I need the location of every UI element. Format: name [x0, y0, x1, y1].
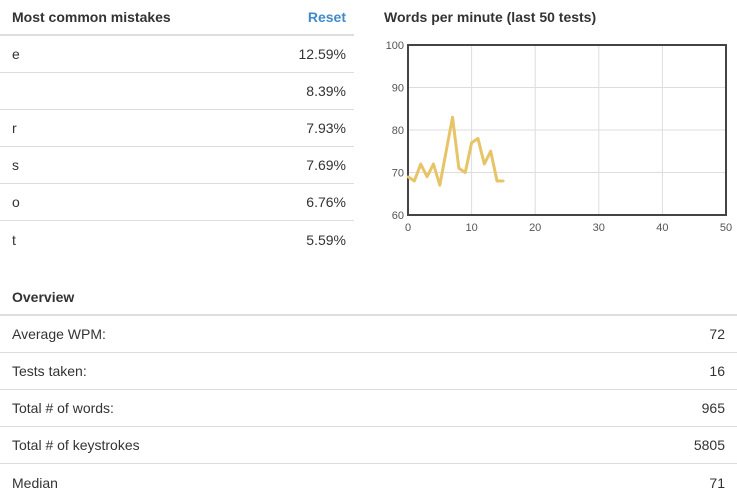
mistake-row: o 6.76% [0, 184, 354, 221]
overview-row: Tests taken: 16 [0, 353, 737, 390]
wpm-data-point [476, 137, 480, 140]
wpm-data-point [432, 162, 435, 166]
overview-title: Overview [12, 289, 75, 305]
mistake-row: 8.39% [0, 73, 354, 110]
x-tick-label: 10 [465, 222, 477, 234]
x-tick-label: 30 [593, 222, 605, 234]
x-tick-label: 50 [720, 222, 732, 234]
wpm-chart: 0 10 20 30 40 50 60 70 80 90 100 [378, 40, 737, 240]
wpm-data-point [413, 179, 416, 183]
mistake-percent: 6.76% [306, 194, 346, 210]
overview-value: 71 [709, 474, 725, 491]
wpm-data-point [495, 179, 499, 183]
overview-label: Total # of keystrokes [12, 437, 140, 453]
wpm-data-point [419, 162, 422, 166]
mistake-percent: 7.69% [306, 157, 346, 173]
wpm-series-line [407, 115, 504, 187]
mistake-percent: 12.59% [298, 46, 346, 62]
overview-row: Average WPM: 72 [0, 316, 737, 353]
wpm-data-point [470, 141, 473, 144]
mistakes-header: Most common mistakes Reset [0, 0, 354, 36]
mistake-char: t [12, 231, 16, 248]
overview-value: 5805 [693, 437, 725, 453]
mistakes-title: Most common mistakes [12, 9, 171, 25]
mistake-char: o [12, 194, 20, 210]
mistake-percent: 8.39% [306, 83, 346, 99]
overview-label: Average WPM: [12, 326, 106, 342]
mistake-row: e 12.59% [0, 36, 354, 73]
overview-label: Tests taken: [12, 363, 87, 379]
wpm-data-point [444, 150, 448, 153]
wpm-data-point [489, 150, 492, 153]
mistake-row: s 7.69% [0, 147, 354, 184]
x-tick-label: 0 [405, 222, 411, 234]
wpm-chart-title: Words per minute (last 50 tests) [384, 9, 597, 25]
wpm-data-point [483, 162, 486, 166]
overview-row: Median 71 [0, 464, 737, 501]
y-tick-label: 70 [392, 168, 404, 180]
wpm-data-point [502, 179, 505, 183]
mistake-percent: 5.59% [306, 231, 346, 248]
reset-link[interactable]: Reset [308, 9, 346, 25]
wpm-data-point [457, 167, 461, 170]
wpm-data-point [451, 116, 454, 119]
overview-panel: Overview Average WPM: 72 Tests taken: 16… [0, 280, 737, 501]
y-tick-label: 100 [386, 40, 404, 52]
x-tick-label: 20 [529, 222, 541, 234]
mistake-char: r [12, 120, 17, 136]
y-tick-label: 90 [392, 83, 404, 95]
wpm-data-point [438, 184, 441, 187]
overview-label: Total # of words: [12, 400, 114, 416]
overview-header: Overview [0, 280, 737, 316]
x-tick-label: 40 [656, 222, 668, 234]
wpm-data-point [464, 171, 467, 174]
overview-value: 72 [709, 326, 725, 342]
overview-row: Total # of keystrokes 5805 [0, 427, 737, 464]
overview-row: Total # of words: 965 [0, 390, 737, 427]
wpm-data-point [425, 175, 429, 178]
mistake-row: r 7.93% [0, 110, 354, 147]
overview-value: 16 [709, 363, 725, 379]
wpm-data-point [406, 175, 410, 178]
mistake-char: e [12, 46, 20, 62]
overview-label: Median [12, 474, 58, 491]
y-tick-label: 80 [392, 125, 404, 137]
mistakes-panel: Most common mistakes Reset e 12.59% 8.39… [0, 0, 354, 258]
mistake-percent: 7.93% [306, 120, 346, 136]
mistake-row: t 5.59% [0, 221, 354, 258]
wpm-chart-svg: 0 10 20 30 40 50 60 70 80 90 100 [386, 40, 732, 234]
mistake-char: s [12, 157, 19, 173]
overview-value: 965 [701, 400, 725, 416]
y-tick-label: 60 [392, 210, 404, 222]
